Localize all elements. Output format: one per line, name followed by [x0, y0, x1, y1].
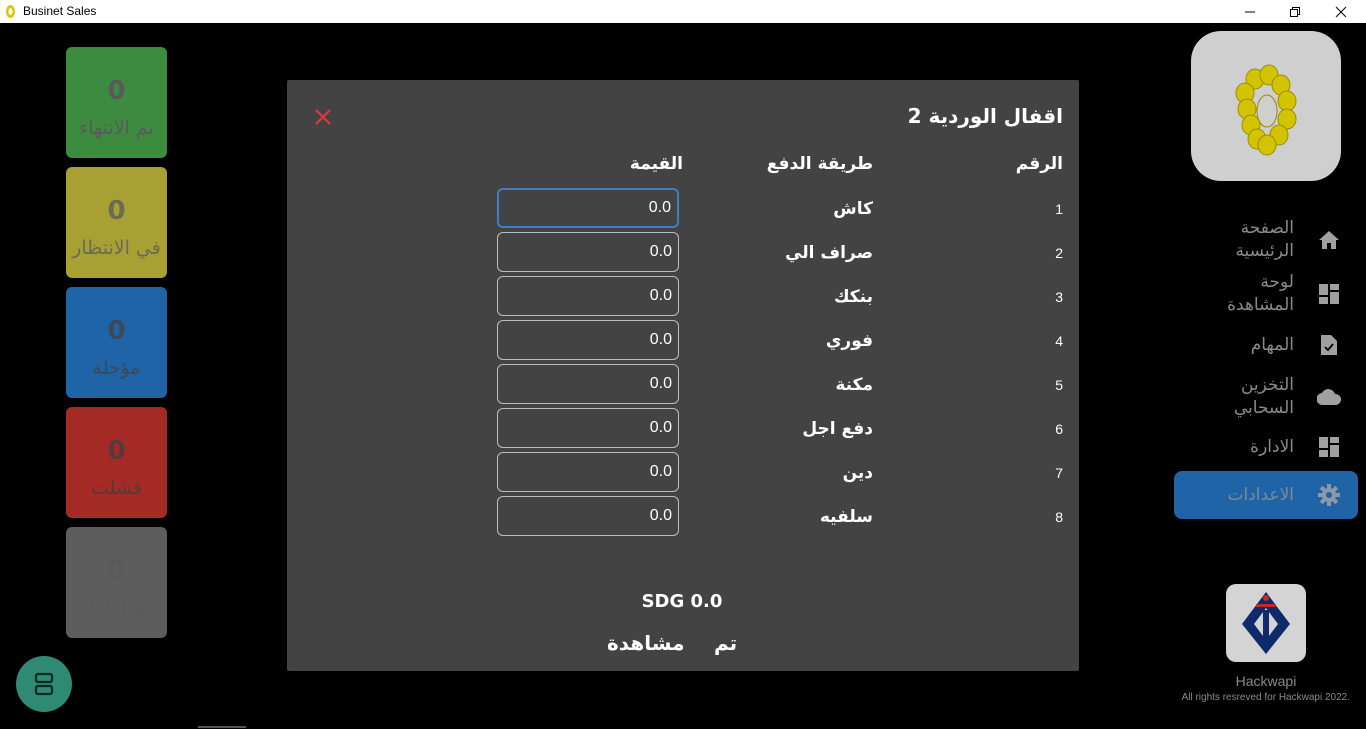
company-name: Hackwapi: [1235, 673, 1297, 689]
sidebar-item-label: المهام: [1250, 334, 1294, 355]
status-card-waiting[interactable]: 0 في الانتظار: [66, 167, 167, 278]
close-shift-dialog: اقفال الوردية 2 الرقم طريقة الدفع القيمة…: [287, 80, 1079, 671]
window-titlebar: Businet Sales: [0, 0, 1366, 23]
sidebar-item-tasks[interactable]: المهام: [1174, 332, 1358, 358]
row-number: 2: [1055, 245, 1063, 261]
layout-icon: [34, 672, 54, 696]
status-card-cancelled[interactable]: 0 تم الالغاء: [66, 527, 167, 638]
cloud-icon: [1316, 384, 1342, 410]
amount-input[interactable]: [497, 320, 679, 360]
row-method: دين: [842, 463, 873, 483]
row-method: كاش: [833, 199, 873, 219]
window-title: Businet Sales: [23, 4, 97, 18]
menu-fab-button[interactable]: [16, 656, 72, 712]
sidebar-item-admin[interactable]: الادارة: [1174, 434, 1358, 460]
row-number: 5: [1055, 377, 1063, 393]
payment-row: 4 فوري: [287, 320, 1079, 375]
sidebar-item-cloud-storage[interactable]: التخزين السحابي: [1174, 374, 1358, 420]
amount-input[interactable]: [497, 364, 679, 404]
sidebar-item-label: الاعدادات: [1227, 484, 1294, 505]
hackwapi-logo-icon: [1242, 592, 1290, 654]
row-method: سلفيه: [819, 507, 873, 527]
status-count: 0: [107, 76, 126, 106]
app-logo: [1191, 31, 1341, 181]
column-header-method: طريقة الدفع: [766, 154, 873, 174]
row-method: بنكك: [833, 287, 873, 307]
status-card-postponed[interactable]: 0 مؤجلة: [66, 287, 167, 398]
status-card-done[interactable]: 0 تم الانتهاء: [66, 47, 167, 158]
status-label: تم الانتهاء: [79, 117, 154, 139]
amount-input[interactable]: [497, 496, 679, 536]
status-label: في الانتظار: [72, 237, 161, 259]
payment-row: 5 مكنة: [287, 364, 1079, 419]
amount-input[interactable]: [497, 188, 679, 228]
hackwapi-logo: [1226, 584, 1306, 662]
payment-row: 3 بنكك: [287, 276, 1079, 331]
close-icon[interactable]: [313, 107, 333, 127]
payment-row: 1 كاش: [287, 188, 1079, 243]
amount-input[interactable]: [497, 276, 679, 316]
app-logo-icon: [6, 5, 15, 18]
sidebar-item-settings[interactable]: الاعدادات: [1174, 471, 1358, 519]
sidebar-item-home[interactable]: الصفحة الرئيسية: [1174, 217, 1358, 263]
row-method: مكنة: [835, 375, 873, 395]
status-card-failed[interactable]: 0 فشلت: [66, 407, 167, 518]
status-label: مؤجلة: [92, 357, 141, 379]
payment-row: 6 دفع اجل: [287, 408, 1079, 463]
row-number: 3: [1055, 289, 1063, 305]
amount-input[interactable]: [497, 232, 679, 272]
dashboard-icon: [1316, 434, 1342, 460]
sidebar-item-label: لوحة المشاهدة: [1227, 272, 1294, 315]
status-label: تم الالغاء: [81, 597, 152, 619]
copyright-text: All rights resreved for Hackwapi 2022.: [1181, 692, 1350, 703]
payment-row: 2 صراف الي: [287, 232, 1079, 287]
row-number: 7: [1055, 465, 1063, 481]
sidebar-item-dashboard[interactable]: لوحة المشاهدة: [1174, 271, 1358, 317]
status-count: 0: [107, 556, 126, 586]
status-count: 0: [107, 316, 126, 346]
amount-input[interactable]: [497, 452, 679, 492]
row-method: دفع اجل: [802, 419, 873, 439]
row-number: 1: [1055, 201, 1063, 217]
task-icon: [1316, 332, 1342, 358]
divider: [198, 726, 246, 728]
status-label: فشلت: [91, 477, 142, 499]
payment-row: 7 دين: [287, 452, 1079, 507]
dashboard-icon: [1316, 281, 1342, 307]
column-header-value: القيمة: [629, 154, 683, 174]
sidebar-item-label: الصفحة الرئيسية: [1235, 218, 1294, 261]
logo-ring-icon: [1235, 64, 1297, 156]
dialog-title: اقفال الوردية 2: [907, 104, 1063, 128]
close-window-button[interactable]: [1318, 0, 1364, 23]
close-icon: [1335, 6, 1347, 17]
gear-icon: [1316, 482, 1342, 508]
status-count: 0: [107, 436, 126, 466]
done-button[interactable]: تم: [714, 631, 737, 655]
minimize-icon: [1245, 11, 1255, 12]
total-amount: SDG 0.0: [641, 591, 723, 612]
amount-input[interactable]: [497, 408, 679, 448]
restore-icon: [1290, 6, 1300, 17]
row-number: 8: [1055, 509, 1063, 525]
row-number: 6: [1055, 421, 1063, 437]
view-button[interactable]: مشاهدة: [607, 631, 684, 655]
payment-row: 8 سلفيه: [287, 496, 1079, 551]
sidebar-item-label: الادارة: [1250, 436, 1294, 457]
status-count: 0: [107, 196, 126, 226]
sidebar-item-label: التخزين السحابي: [1233, 375, 1294, 418]
minimize-button[interactable]: [1227, 0, 1273, 23]
column-header-number: الرقم: [1015, 154, 1063, 174]
row-method: صراف الي: [785, 243, 873, 263]
restore-button[interactable]: [1272, 0, 1318, 23]
home-icon: [1316, 227, 1342, 253]
row-method: فوري: [825, 331, 873, 351]
row-number: 4: [1055, 333, 1063, 349]
